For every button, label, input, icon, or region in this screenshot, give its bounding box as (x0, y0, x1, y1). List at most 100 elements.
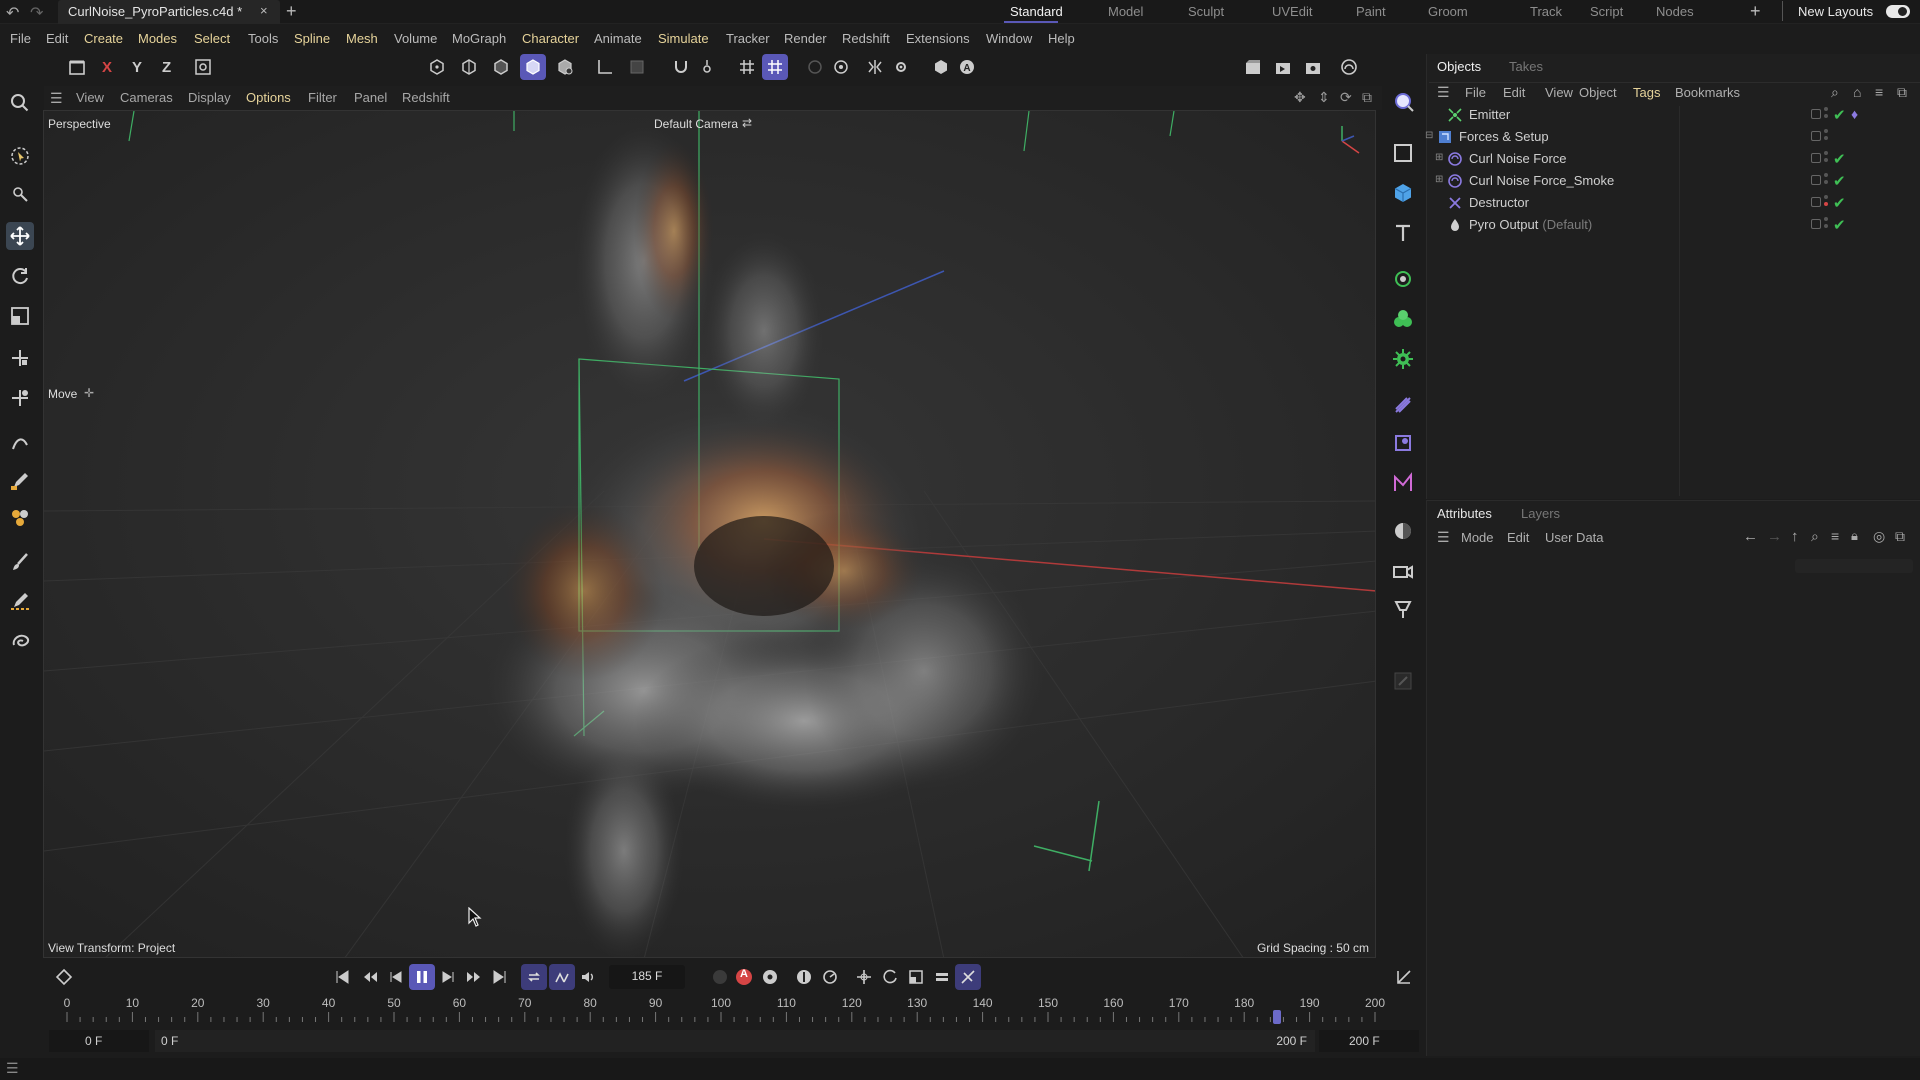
up-arrow-icon[interactable]: ↑ (1791, 528, 1799, 545)
timeline-graph-icon[interactable] (1391, 964, 1417, 990)
param-key-icon[interactable] (929, 964, 955, 990)
lasso-tool-icon[interactable] (6, 626, 34, 654)
object-name[interactable]: Forces & Setup (1459, 129, 1549, 144)
brush-tool-icon[interactable] (6, 548, 34, 576)
grid-snap-icon[interactable] (734, 54, 760, 80)
layout-toggle[interactable] (1886, 5, 1910, 18)
add-layout-icon[interactable]: + (1750, 1, 1761, 22)
expand-toggle-icon[interactable]: ⊟ (1425, 130, 1433, 141)
view-menu-cameras[interactable]: Cameras (120, 90, 173, 105)
light-icon[interactable] (1388, 594, 1418, 624)
layer-toggle[interactable] (1811, 131, 1821, 141)
object-row[interactable]: Destructor ✔ (1427, 192, 1920, 214)
quantize-icon[interactable] (762, 54, 788, 80)
document-tab[interactable]: CurlNoise_PyroParticles.c4d * × (58, 0, 280, 24)
mograph-cloner-icon[interactable] (1388, 304, 1418, 334)
dolly-icon[interactable]: ⇕ (1318, 89, 1330, 106)
camera-label[interactable]: Default Camera (654, 117, 738, 131)
layout-tab-paint[interactable]: Paint (1356, 4, 1386, 19)
attr-menu-edit[interactable]: Edit (1507, 530, 1529, 545)
prev-key-icon[interactable] (357, 964, 383, 990)
select-tool-icon[interactable] (6, 142, 34, 170)
visibility-dots[interactable] (1824, 107, 1828, 121)
maximize-view-icon[interactable]: ⧉ (1362, 89, 1372, 106)
move-tool-icon[interactable] (6, 222, 34, 250)
null-object-icon[interactable] (1388, 138, 1418, 168)
object-row[interactable]: ⊟ Forces & Setup (1425, 126, 1920, 148)
target-icon[interactable] (828, 54, 854, 80)
render-picture-viewer-icon[interactable] (1270, 54, 1296, 80)
hamburger-icon[interactable]: ☰ (1437, 529, 1450, 546)
render-object-icon[interactable] (928, 54, 954, 80)
keyframe-selection-icon[interactable] (791, 964, 817, 990)
key-settings-icon[interactable] (757, 964, 783, 990)
environment-icon[interactable] (1388, 516, 1418, 546)
menu-volume[interactable]: Volume (394, 31, 437, 46)
menu-select[interactable]: Select (194, 31, 230, 46)
model-mode-icon[interactable] (520, 54, 546, 80)
deformer-icon[interactable] (1388, 390, 1418, 420)
layer-toggle[interactable] (1811, 109, 1821, 119)
visibility-dots[interactable] (1824, 195, 1828, 209)
effector-icon[interactable] (1388, 344, 1418, 374)
scale-key-icon[interactable] (903, 964, 929, 990)
visibility-dots[interactable] (1824, 173, 1828, 187)
objects-menu-file[interactable]: File (1465, 85, 1486, 100)
symmetry-settings-icon[interactable] (888, 54, 914, 80)
pan-icon[interactable]: ✥ (1294, 89, 1306, 106)
search-icon[interactable]: ⌕ (1811, 528, 1819, 545)
settings-icon[interactable]: ◎ (1873, 528, 1885, 545)
layout-tab-uvedit[interactable]: UVEdit (1272, 4, 1312, 19)
polygons-mode-icon[interactable] (488, 54, 514, 80)
expand-toggle-icon[interactable]: ⊞ (1435, 174, 1443, 185)
snap-magnet-icon[interactable] (668, 54, 694, 80)
menu-create[interactable]: Create (84, 31, 123, 46)
layout-tab-nodes[interactable]: Nodes (1656, 4, 1694, 19)
menu-render[interactable]: Render (784, 31, 827, 46)
forward-arrow-icon[interactable]: → (1767, 528, 1782, 545)
tab-takes[interactable]: Takes (1509, 59, 1543, 74)
loop-icon[interactable] (521, 964, 547, 990)
object-name[interactable]: Emitter (1469, 107, 1510, 122)
home-icon[interactable]: ⌂ (1853, 84, 1861, 100)
symmetry-icon[interactable] (862, 54, 888, 80)
render-settings-icon[interactable] (1300, 54, 1326, 80)
menu-redshift[interactable]: Redshift (842, 31, 890, 46)
menu-spline[interactable]: Spline (294, 31, 330, 46)
keyframe-icon[interactable] (51, 964, 77, 990)
layout-tab-standard[interactable]: Standard (1010, 4, 1063, 19)
object-name[interactable]: Curl Noise Force (1469, 151, 1567, 166)
view-menu-view[interactable]: View (76, 90, 104, 105)
menu-window[interactable]: Window (986, 31, 1032, 46)
hamburger-icon[interactable]: ☰ (1437, 84, 1450, 101)
search-icon[interactable] (6, 89, 34, 117)
x-axis-lock[interactable]: X (102, 59, 112, 76)
frame-ruler[interactable]: 0 10 20 30 40 50 60 70 80 90 100 110 120 130 140 150 160… (57, 996, 1385, 1024)
expand-toggle-icon[interactable]: ⊞ (1435, 152, 1443, 163)
new-window-icon[interactable]: ⧉ (1897, 84, 1907, 101)
visibility-dots[interactable] (1824, 129, 1828, 143)
rotate-tool-icon[interactable] (6, 262, 34, 290)
object-name[interactable]: Destructor (1469, 195, 1529, 210)
rotation-key-icon[interactable] (877, 964, 903, 990)
layout-tab-track[interactable]: Track (1530, 4, 1562, 19)
menu-animate[interactable]: Animate (594, 31, 642, 46)
tweak-tool-icon[interactable] (6, 180, 34, 208)
attr-menu-user-data[interactable]: User Data (1545, 530, 1604, 545)
layer-toggle[interactable] (1811, 197, 1821, 207)
visibility-dots[interactable] (1824, 151, 1828, 165)
menu-tools[interactable]: Tools (248, 31, 278, 46)
object-name[interactable]: Pyro Output (Default) (1469, 217, 1592, 232)
point-level-anim-icon[interactable] (955, 964, 981, 990)
new-window-icon[interactable]: ⧉ (1895, 528, 1905, 545)
object-manager-icon[interactable] (64, 54, 90, 80)
solo-icon[interactable] (624, 54, 650, 80)
sound-icon[interactable] (575, 964, 601, 990)
lock-icon[interactable] (802, 54, 828, 80)
enabled-check-icon[interactable]: ✔ (1833, 106, 1846, 124)
next-key-icon[interactable] (461, 964, 487, 990)
orbit-icon[interactable]: ⟳ (1340, 89, 1352, 106)
position-key-icon[interactable] (851, 964, 877, 990)
menu-tracker[interactable]: Tracker (726, 31, 770, 46)
record-dot-icon[interactable] (707, 964, 733, 990)
